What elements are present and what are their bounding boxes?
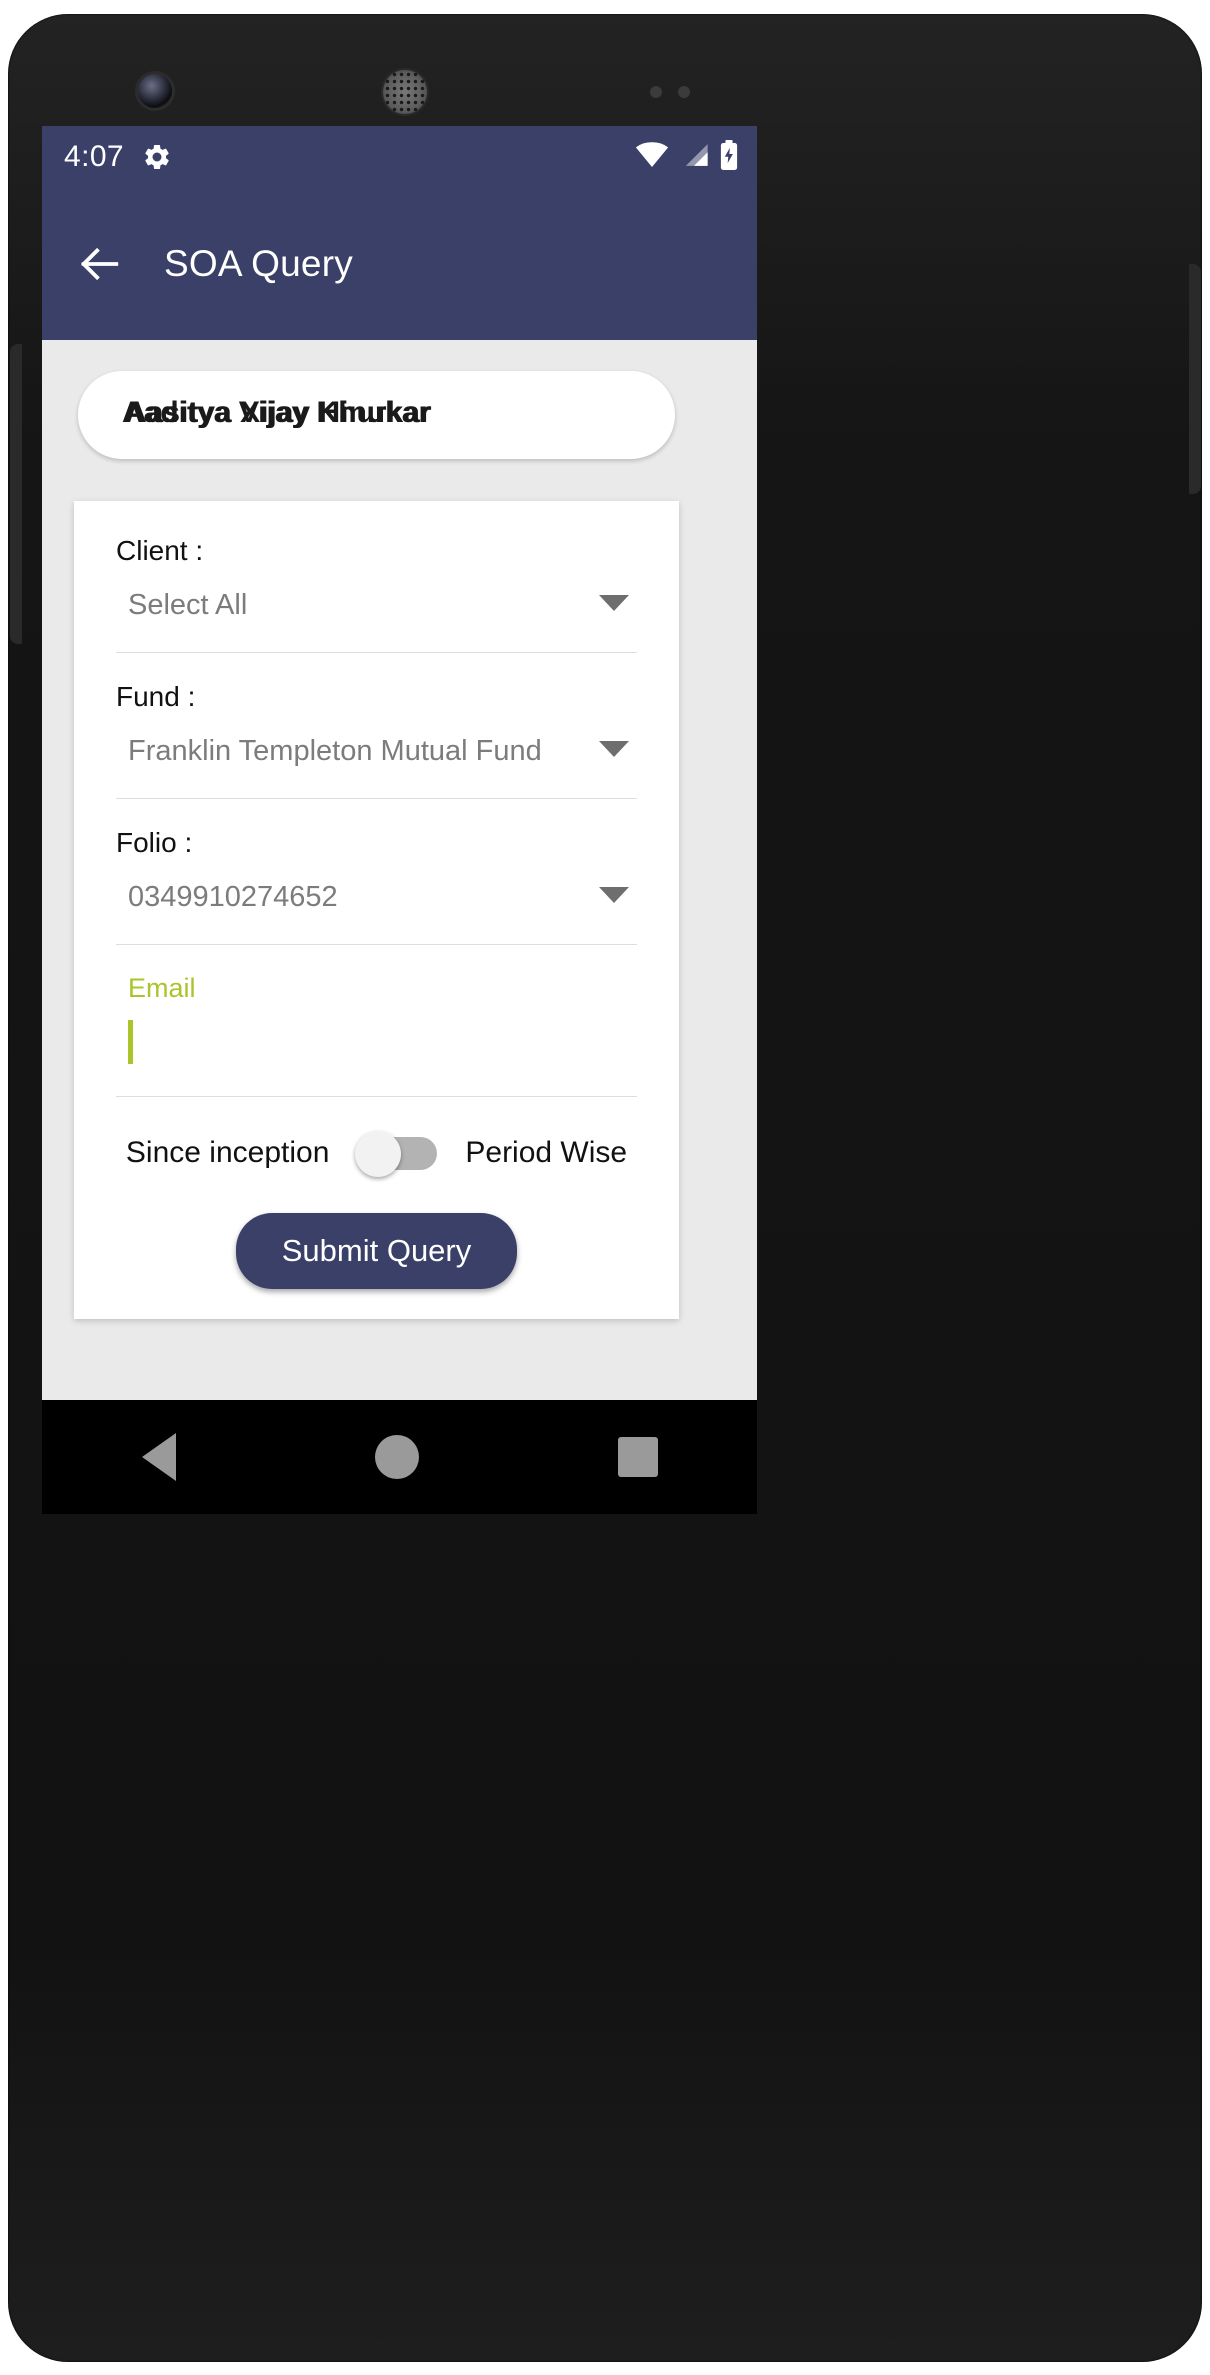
android-navigation-bar [42, 1400, 757, 1514]
toggle-thumb [355, 1131, 402, 1177]
phone-power-button[interactable] [1189, 264, 1201, 494]
back-arrow-icon[interactable] [76, 241, 122, 287]
screen-content: Aaditya Vijay Khurkar Aasitya Xijay Hinu… [42, 340, 757, 1400]
client-selected-value: Select All [128, 589, 248, 621]
folio-dropdown[interactable]: 0349910274652 [116, 881, 637, 945]
status-bar: 4:07 [42, 126, 757, 188]
folio-selected-value: 0349910274652 [128, 881, 338, 913]
period-wise-label: Period Wise [465, 1136, 628, 1169]
soa-query-form-card: Client : Select All Fund : Franklin Temp… [74, 501, 679, 1319]
client-label: Client : [116, 535, 204, 566]
nav-back-icon[interactable] [141, 1433, 176, 1481]
proximity-sensor [650, 86, 662, 98]
folio-label: Folio : [116, 827, 193, 858]
email-field-block: Email [116, 973, 637, 1097]
earpiece-speaker [383, 70, 427, 114]
period-toggle-row: Since inception Period Wise [116, 1131, 637, 1177]
wifi-icon [635, 141, 669, 173]
client-name-layer-2: Aasitya Xijay Hinukar [125, 396, 431, 429]
gear-icon [142, 142, 172, 172]
nav-recents-icon[interactable] [617, 1437, 658, 1477]
phone-screen: 4:07 SOA Query Aaditya Vijay Khurkar Aas… [42, 126, 757, 1400]
status-time: 4:07 [64, 140, 124, 173]
period-toggle-switch[interactable] [355, 1131, 439, 1177]
fund-dropdown[interactable]: Franklin Templeton Mutual Fund [116, 735, 637, 799]
front-camera [138, 74, 172, 108]
status-icons [635, 139, 739, 175]
email-label: Email [128, 973, 196, 1003]
submit-row: Submit Query [116, 1213, 637, 1289]
phone-left-edge [10, 344, 22, 644]
chevron-down-icon [599, 887, 629, 903]
battery-charging-icon [719, 139, 739, 175]
since-inception-label: Since inception [125, 1136, 330, 1169]
fund-selected-value: Franklin Templeton Mutual Fund [128, 735, 542, 767]
page-title: SOA Query [164, 243, 353, 284]
chevron-down-icon [599, 595, 629, 611]
text-cursor [128, 1020, 133, 1064]
nav-home-icon[interactable] [374, 1435, 419, 1479]
email-input[interactable] [116, 1014, 637, 1070]
light-sensor [678, 86, 690, 98]
app-bar: SOA Query [42, 188, 757, 340]
client-name-field[interactable]: Aaditya Vijay Khurkar Aasitya Xijay Hinu… [78, 371, 675, 459]
submit-query-button[interactable]: Submit Query [235, 1213, 518, 1289]
client-dropdown[interactable]: Select All [116, 589, 637, 653]
cellular-signal-icon [679, 142, 709, 173]
chevron-down-icon [599, 741, 629, 757]
fund-label: Fund : [116, 681, 196, 712]
